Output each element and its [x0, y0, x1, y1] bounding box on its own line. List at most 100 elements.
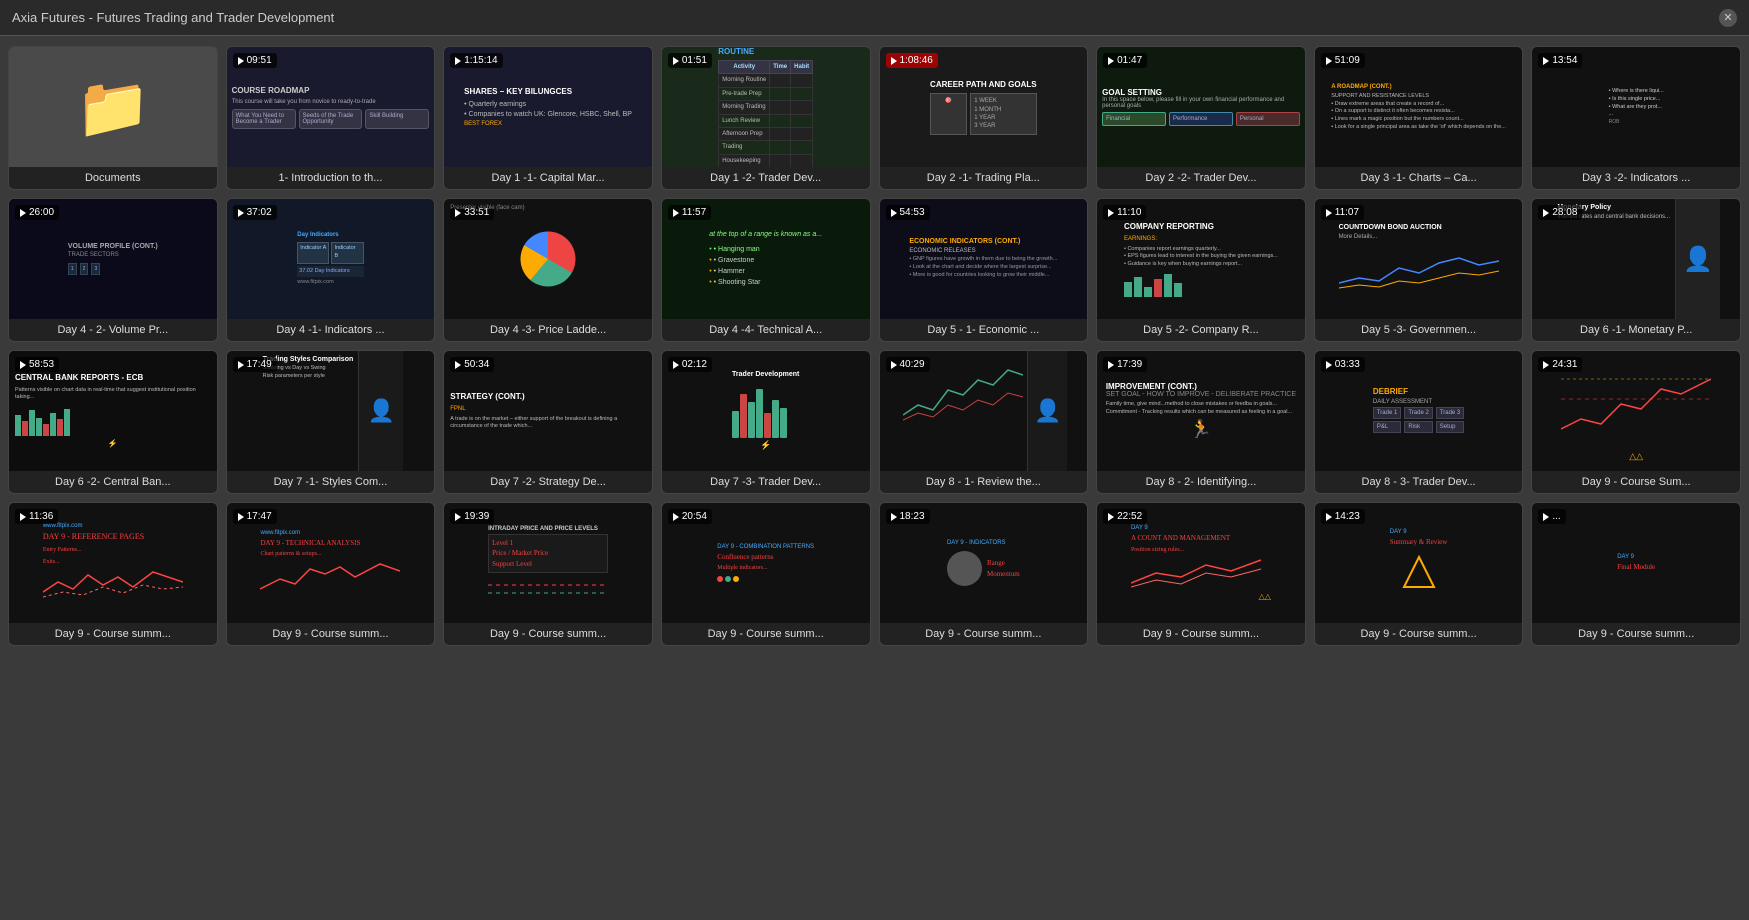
duration-badge: 26:00: [15, 205, 59, 220]
thumbnail-preview: 13:54 • Where is there liqui... • Is thi…: [1532, 47, 1740, 167]
play-icon: [673, 513, 679, 521]
list-item[interactable]: 1:15:14 SHARES – KEY BILUNGCES • Quarter…: [443, 46, 653, 190]
item-label: Day 4 -1- Indicators ...: [227, 319, 435, 341]
list-item[interactable]: 58:53 CENTRAL BANK REPORTS - ECB Pattern…: [8, 350, 218, 494]
list-item[interactable]: 40:29 👤 Day 8 - 1- Review the...: [879, 350, 1089, 494]
thumbnail-preview: 14:23 DAY 9 Summary & Review: [1315, 503, 1523, 623]
list-item[interactable]: 24:31 △△ Day 9 - Course Sum...: [1531, 350, 1741, 494]
play-icon: [891, 209, 897, 217]
list-item[interactable]: 03:33 DEBRIEF DAILY ASSESSMENT Trade 1 T…: [1314, 350, 1524, 494]
play-icon: [1543, 209, 1549, 217]
play-icon: [673, 57, 679, 65]
item-label: Day 9 - Course summ...: [9, 623, 217, 645]
play-icon: [1543, 361, 1549, 369]
list-item[interactable]: 09:51 COURSE ROADMAP This course will ta…: [226, 46, 436, 190]
list-item[interactable]: 17:49 Trading Styles Comparison Scalping…: [226, 350, 436, 494]
duration-badge: 01:47: [1103, 53, 1147, 68]
play-icon: [455, 57, 461, 65]
item-label: Day 8 - 2- Identifying...: [1097, 471, 1305, 493]
list-item[interactable]: 50:34 STRATEGY (CONT.) FPNL A trade is o…: [443, 350, 653, 494]
duration-badge: 51:09: [1321, 53, 1365, 68]
play-icon: [238, 361, 244, 369]
duration-badge: 58:53: [15, 357, 59, 372]
list-item[interactable]: 37:02 Day Indicators Indicator A Indicat…: [226, 198, 436, 342]
thumbnail-preview: 24:31 △△: [1532, 351, 1740, 471]
list-item[interactable]: 01:51 ROUTINE ActivityTimeHabit Morning …: [661, 46, 871, 190]
thumbnail-preview: 11:57 at the top of a range is known as …: [662, 199, 870, 319]
list-item[interactable]: 📁 Documents: [8, 46, 218, 190]
play-icon: [238, 513, 244, 521]
list-item[interactable]: 01:47 GOAL SETTING In this space below, …: [1096, 46, 1306, 190]
video-grid: 📁 Documents 09:51 COURSE ROADMAP This co…: [0, 36, 1749, 656]
list-item[interactable]: 02:12 Trader Development ⚡ Day 7 -3- Tra…: [661, 350, 871, 494]
item-label: Day 1 -1- Capital Mar...: [444, 167, 652, 189]
item-label: Day 9 - Course summ...: [227, 623, 435, 645]
item-label: Day 8 - 1- Review the...: [880, 471, 1088, 493]
list-item[interactable]: 13:54 • Where is there liqui... • Is thi…: [1531, 46, 1741, 190]
thumbnail-preview: 58:53 CENTRAL BANK REPORTS - ECB Pattern…: [9, 351, 217, 471]
list-item[interactable]: 14:23 DAY 9 Summary & Review Day 9 - Cou…: [1314, 502, 1524, 646]
thumbnail-preview: 18:23 DAY 9 - INDICATORS RangeMomentum: [880, 503, 1088, 623]
title-bar: Axia Futures - Futures Trading and Trade…: [0, 0, 1749, 36]
thumbnail-preview: ... DAY 9 Final Module: [1532, 503, 1740, 623]
list-item[interactable]: 17:47 www.fitpix.com DAY 9 - TECHNICAL A…: [226, 502, 436, 646]
thumbnail-preview: 17:49 Trading Styles Comparison Scalping…: [227, 351, 435, 471]
list-item[interactable]: 11:36 www.fitpix.com DAY 9 - REFERENCE P…: [8, 502, 218, 646]
thumbnail-preview: 17:47 www.fitpix.com DAY 9 - TECHNICAL A…: [227, 503, 435, 623]
play-icon: [20, 209, 26, 217]
thumbnail-preview: 11:10 COMPANY REPORTING EARNINGS: • Comp…: [1097, 199, 1305, 319]
thumbnail-preview: 26:00 VOLUME PROFILE (CONT.) TRADE SECTO…: [9, 199, 217, 319]
close-button[interactable]: ✕: [1719, 9, 1737, 27]
list-item[interactable]: 11:07 COUNTDOWN BOND AUCTION More Detail…: [1314, 198, 1524, 342]
list-item[interactable]: 19:39 INTRADAY PRICE AND PRICE LEVELS Le…: [443, 502, 653, 646]
item-label: Day 4 -4- Technical A...: [662, 319, 870, 341]
item-label: Documents: [9, 167, 217, 189]
list-item[interactable]: 11:10 COMPANY REPORTING EARNINGS: • Comp…: [1096, 198, 1306, 342]
duration-badge: 11:07: [1321, 205, 1364, 220]
item-label: Day 9 - Course summ...: [1097, 623, 1305, 645]
list-item[interactable]: 54:53 ECONOMIC INDICATORS (CONT.) ECONOM…: [879, 198, 1089, 342]
play-icon: [891, 361, 897, 369]
item-label: Day 7 -3- Trader Dev...: [662, 471, 870, 493]
item-label: Day 4 -3- Price Ladde...: [444, 319, 652, 341]
list-item[interactable]: 20:54 DAY 9 - COMBINATION PATTERNS Confl…: [661, 502, 871, 646]
thumbnail-preview: 51:09 A ROADMAP (CONT.) SUPPORT AND RESI…: [1315, 47, 1523, 167]
duration-badge: 37:02: [233, 205, 277, 220]
list-item[interactable]: 22:52 DAY 9 A COUNT AND MANAGEMENT Posit…: [1096, 502, 1306, 646]
item-label: Day 2 -2- Trader Dev...: [1097, 167, 1305, 189]
list-item[interactable]: 26:00 VOLUME PROFILE (CONT.) TRADE SECTO…: [8, 198, 218, 342]
play-icon: [455, 513, 461, 521]
thumbnail-preview: 54:53 ECONOMIC INDICATORS (CONT.) ECONOM…: [880, 199, 1088, 319]
item-label: Day 9 - Course summ...: [1532, 623, 1740, 645]
play-icon: [1108, 361, 1114, 369]
item-label: Day 5 - 1- Economic ...: [880, 319, 1088, 341]
duration-badge: 18:23: [886, 509, 930, 524]
list-item[interactable]: 18:23 DAY 9 - INDICATORS RangeMomentum D…: [879, 502, 1089, 646]
item-label: Day 9 - Course summ...: [444, 623, 652, 645]
thumbnail-preview: 1:15:14 SHARES – KEY BILUNGCES • Quarter…: [444, 47, 652, 167]
list-item[interactable]: 17:39 IMPROVEMENT (CONT.) SET GOAL - HOW…: [1096, 350, 1306, 494]
item-label: Day 9 - Course Sum...: [1532, 471, 1740, 493]
list-item[interactable]: 28:08 Monetary Policy Interest rates and…: [1531, 198, 1741, 342]
thumbnail-preview: 03:33 DEBRIEF DAILY ASSESSMENT Trade 1 T…: [1315, 351, 1523, 471]
item-label: Day 7 -2- Strategy De...: [444, 471, 652, 493]
play-icon: [238, 209, 244, 217]
play-icon: [1326, 57, 1332, 65]
list-item[interactable]: ... DAY 9 Final Module Day 9 - Course su…: [1531, 502, 1741, 646]
play-icon: [673, 361, 679, 369]
item-label: Day 1 -2- Trader Dev...: [662, 167, 870, 189]
list-item[interactable]: 33:51 Presenter visible (face cam) Day 4…: [443, 198, 653, 342]
play-icon: [1326, 361, 1332, 369]
play-icon: [1543, 57, 1549, 65]
duration-badge: 22:52: [1103, 509, 1147, 524]
play-icon: [1543, 513, 1549, 521]
thumbnail-preview: 22:52 DAY 9 A COUNT AND MANAGEMENT Posit…: [1097, 503, 1305, 623]
item-label: Day 6 -1- Monetary P...: [1532, 319, 1740, 341]
item-label: Day 4 - 2- Volume Pr...: [9, 319, 217, 341]
list-item[interactable]: 11:57 at the top of a range is known as …: [661, 198, 871, 342]
duration-badge: 54:53: [886, 205, 930, 220]
list-item[interactable]: 51:09 A ROADMAP (CONT.) SUPPORT AND RESI…: [1314, 46, 1524, 190]
list-item[interactable]: 1:08:46 CAREER PATH AND GOALS 🎯 1 WEEK1 …: [879, 46, 1089, 190]
thumbnail-preview: 1:08:46 CAREER PATH AND GOALS 🎯 1 WEEK1 …: [880, 47, 1088, 167]
duration-badge: 17:47: [233, 509, 277, 524]
